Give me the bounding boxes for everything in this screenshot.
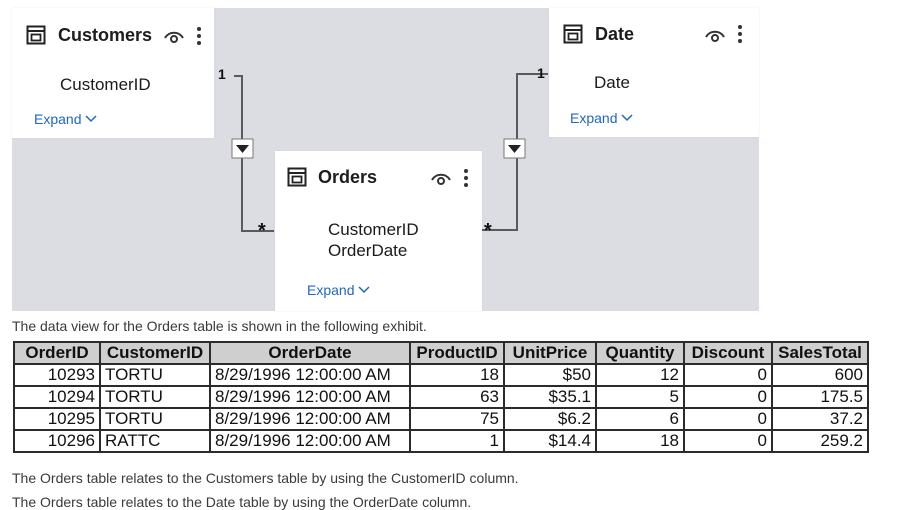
field-date[interactable]: Date <box>594 73 630 93</box>
cell: $50 <box>503 363 597 387</box>
table-card-date[interactable]: Date Date Expand <box>549 8 759 137</box>
more-options-icon[interactable] <box>463 168 469 188</box>
column-header-orderdate: OrderDate <box>209 341 411 365</box>
data-view-caption: The data view for the Orders table is sh… <box>12 318 427 334</box>
cell: RATTC <box>99 429 211 453</box>
cell: 600 <box>771 363 869 387</box>
field-customerid[interactable]: CustomerID <box>328 220 419 240</box>
table-title: Orders <box>318 167 378 187</box>
cardinality-one-label: 1 <box>537 65 545 81</box>
column-header-unitprice: UnitPrice <box>503 341 597 365</box>
column-header-discount: Discount <box>683 341 773 365</box>
table-title: Date <box>595 24 635 44</box>
table-row: 10295 TORTU 8/29/1996 12:00:00 AM 75 $6.… <box>13 407 869 431</box>
column-header-customerid: CustomerID <box>99 341 211 365</box>
relation-date-caption: The Orders table relates to the Date tab… <box>12 494 472 510</box>
cell: TORTU <box>99 363 211 387</box>
expand-label: Expand <box>570 110 618 126</box>
field-customerid[interactable]: CustomerID <box>60 75 151 95</box>
cell: 10295 <box>13 407 101 431</box>
table-row: 10293 TORTU 8/29/1996 12:00:00 AM 18 $50… <box>13 363 869 387</box>
chevron-down-icon <box>358 286 371 294</box>
cell: 18 <box>409 363 505 387</box>
cell: 0 <box>683 429 773 453</box>
expand-label: Expand <box>34 111 82 127</box>
table-row: 10294 TORTU 8/29/1996 12:00:00 AM 63 $35… <box>13 385 869 409</box>
visibility-eye-icon[interactable] <box>163 28 185 44</box>
cell: 6 <box>595 407 685 431</box>
table-icon <box>287 167 307 187</box>
cardinality-many-label: * <box>484 220 492 242</box>
relation-customers-caption: The Orders table relates to the Customer… <box>12 470 519 486</box>
cardinality-one-label: 1 <box>218 66 226 82</box>
more-options-icon[interactable] <box>737 24 743 44</box>
cell: 8/29/1996 12:00:00 AM <box>209 385 411 409</box>
more-options-icon[interactable] <box>196 26 202 46</box>
table-icon <box>563 24 583 44</box>
cell: TORTU <box>99 407 211 431</box>
table-row: 10296 RATTC 8/29/1996 12:00:00 AM 1 $14.… <box>13 429 869 453</box>
expand-button[interactable]: Expand <box>307 282 371 298</box>
cell: $6.2 <box>503 407 597 431</box>
column-header-orderid: OrderID <box>13 341 101 365</box>
cell: 10296 <box>13 429 101 453</box>
filter-direction-arrow-icon <box>503 138 526 159</box>
orders-data-table: OrderID CustomerID OrderDate ProductID U… <box>13 341 869 453</box>
field-orderdate[interactable]: OrderDate <box>328 241 407 261</box>
cell: 10294 <box>13 385 101 409</box>
cell: 37.2 <box>771 407 869 431</box>
cell: 175.5 <box>771 385 869 409</box>
table-card-customers[interactable]: Customers CustomerID Expand <box>12 8 214 138</box>
cell: 8/29/1996 12:00:00 AM <box>209 363 411 387</box>
cell: 0 <box>683 385 773 409</box>
cell: 5 <box>595 385 685 409</box>
cell: 63 <box>409 385 505 409</box>
filter-direction-arrow-icon <box>231 138 254 159</box>
expand-label: Expand <box>307 282 355 298</box>
cell: 18 <box>595 429 685 453</box>
cardinality-many-label: * <box>258 220 266 242</box>
chevron-down-icon <box>85 115 98 123</box>
cell: $14.4 <box>503 429 597 453</box>
cell: 75 <box>409 407 505 431</box>
cell: 12 <box>595 363 685 387</box>
table-card-orders[interactable]: Orders CustomerID OrderDate Expand <box>275 151 482 311</box>
expand-button[interactable]: Expand <box>34 111 98 127</box>
cell: $35.1 <box>503 385 597 409</box>
column-header-quantity: Quantity <box>595 341 685 365</box>
cell: 259.2 <box>771 429 869 453</box>
cell: 8/29/1996 12:00:00 AM <box>209 429 411 453</box>
column-header-productid: ProductID <box>409 341 505 365</box>
chevron-down-icon <box>621 114 634 122</box>
cell: TORTU <box>99 385 211 409</box>
cell: 10293 <box>13 363 101 387</box>
cell: 1 <box>409 429 505 453</box>
table-title: Customers <box>58 25 153 45</box>
column-header-salestotal: SalesTotal <box>771 341 869 365</box>
expand-button[interactable]: Expand <box>570 110 634 126</box>
cell: 8/29/1996 12:00:00 AM <box>209 407 411 431</box>
table-header-row: OrderID CustomerID OrderDate ProductID U… <box>13 341 869 365</box>
visibility-eye-icon[interactable] <box>704 27 726 43</box>
cell: 0 <box>683 363 773 387</box>
table-icon <box>26 25 46 45</box>
visibility-eye-icon[interactable] <box>430 170 452 186</box>
model-canvas: 1 1 * * Customers CustomerID Expand Date… <box>12 8 759 311</box>
cell: 0 <box>683 407 773 431</box>
